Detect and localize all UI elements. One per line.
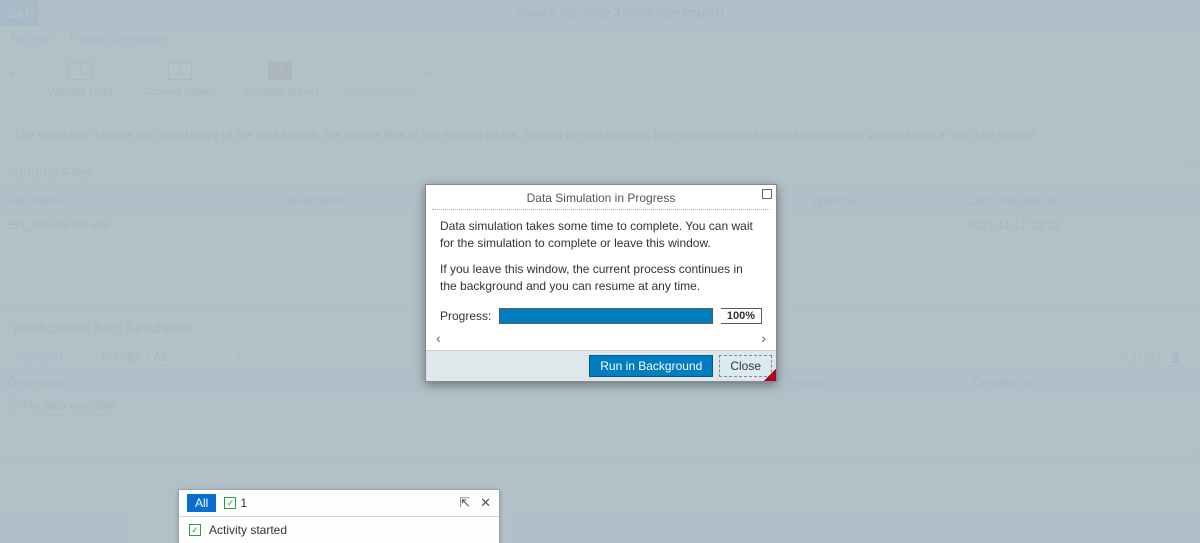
wizard-step-4-label: Execute Import — [343, 86, 417, 98]
run-background-button[interactable]: Run in Background — [589, 355, 713, 377]
dialog-title: Data Simulation in Progress — [432, 187, 770, 210]
wizard-step-1-label: Validate Data — [47, 86, 112, 98]
message-popover: All ✓ 1 ⇱ ✕ ✓ Activity started — [178, 489, 500, 543]
wizard-step-2-box: 2 — [168, 62, 192, 80]
cell-changed-by — [805, 213, 960, 236]
dialog-text-1: Data simulation takes some time to compl… — [440, 218, 762, 253]
cell-last-changed-on: 2021.11.17 23:23 — [960, 213, 1160, 236]
col-priority[interactable]: Priority — [780, 372, 965, 393]
col-changed-by[interactable]: nged by — [805, 189, 960, 212]
progress-label: Progress: — [440, 309, 491, 323]
message-count: 1 — [240, 496, 247, 510]
chevron-down-icon: ⌄ — [67, 350, 77, 364]
progress-bar — [499, 308, 713, 324]
instruction-text: The simulation checks the consistency of… — [0, 110, 1200, 154]
wizard-step-2-label: Convert Values — [143, 86, 217, 98]
standard-view-label: Standard — [14, 350, 63, 364]
resize-icon[interactable] — [762, 189, 772, 199]
message-success-filter[interactable]: ✓ 1 — [224, 496, 247, 510]
sap-logo: SAP — [0, 0, 39, 26]
scroll-right-icon[interactable]: › — [761, 330, 766, 346]
wizard-step-4-box: 4 — [368, 62, 392, 80]
dialog-text-2: If you leave this window, the current pr… — [440, 261, 762, 296]
check-icon: ✓ — [189, 524, 201, 536]
wizard-step-3-box: 3 — [268, 62, 292, 80]
col-last-changed-on[interactable]: Last changed on — [960, 189, 1160, 212]
action-bar: Refresh Repeat Simulation — [0, 26, 1200, 50]
message-filter-all[interactable]: All — [187, 494, 216, 512]
notifications-table: Description Priority Created on ⓘNo data… — [0, 371, 1200, 461]
wizard-step-3[interactable]: 3 Simulate Import — [230, 62, 330, 98]
wizard-step-1-box: 1 — [68, 62, 92, 80]
priority-label: Priority: — [102, 350, 143, 364]
wizard-nav: ⇤ 1 Validate Data 2 Convert Values 3 Sim… — [0, 50, 1200, 110]
settings-button[interactable]: 🛠 — [1140, 348, 1160, 366]
search-icon: 🔍 — [1117, 351, 1131, 364]
personalize-button[interactable]: 👤 — [1166, 348, 1186, 366]
info-icon: ⓘ — [8, 396, 20, 413]
message-text: Activity started — [209, 523, 287, 537]
resize-corner-icon[interactable] — [764, 369, 776, 381]
close-icon[interactable]: ✕ — [480, 495, 491, 511]
page-title: Source list: Step 3 (Simulate Import) — [39, 5, 1200, 20]
table-row — [0, 438, 1200, 460]
scroll-left-icon[interactable]: ‹ — [436, 330, 441, 346]
progress-percent: 100% — [721, 308, 762, 324]
app-header: SAP Source list: Step 3 (Simulate Import… — [0, 0, 1200, 26]
message-row[interactable]: ✓ Activity started — [179, 517, 499, 543]
check-icon: ✓ — [224, 497, 236, 509]
search-button[interactable]: 🔍 — [1114, 348, 1134, 366]
table-row — [0, 416, 1200, 438]
refresh-link[interactable]: Refresh — [10, 31, 52, 45]
source-files-heading: Source Files — [0, 154, 1200, 188]
priority-value: All — [153, 350, 166, 364]
no-data-text: No data available — [24, 398, 117, 412]
cell-file-name: EN_Source list.xml — [0, 213, 280, 236]
wizard-step-1[interactable]: 1 Validate Data — [30, 62, 130, 98]
progress-dialog: Data Simulation in Progress Data simulat… — [425, 184, 777, 382]
col-created-on[interactable]: Created on — [965, 372, 1155, 393]
wrench-icon: 🛠 — [1143, 351, 1157, 364]
standard-view-select[interactable]: Standard ⌄ — [14, 350, 77, 364]
chevron-down-icon: ⌄ — [223, 350, 233, 364]
wizard-step-2[interactable]: 2 Convert Values — [130, 62, 230, 98]
repeat-simulation-link[interactable]: Repeat Simulation — [70, 31, 168, 45]
popout-icon[interactable]: ⇱ — [459, 495, 470, 511]
wizard-step-4: 4 Execute Import — [330, 62, 430, 98]
table-row: ⓘ No data available — [0, 394, 1200, 416]
progress-fill — [500, 309, 712, 323]
scroll-up-icon[interactable]: ˄ — [1188, 158, 1196, 173]
wizard-step-3-label: Simulate Import — [242, 86, 319, 98]
scroll-down-icon[interactable]: ˅ — [1186, 446, 1200, 461]
priority-select[interactable]: All ⌄ — [148, 348, 238, 366]
wizard-start-icon[interactable]: ⇤ — [10, 67, 20, 81]
col-file-name[interactable]: File Name — [0, 189, 280, 212]
person-icon: 👤 — [1169, 351, 1183, 364]
